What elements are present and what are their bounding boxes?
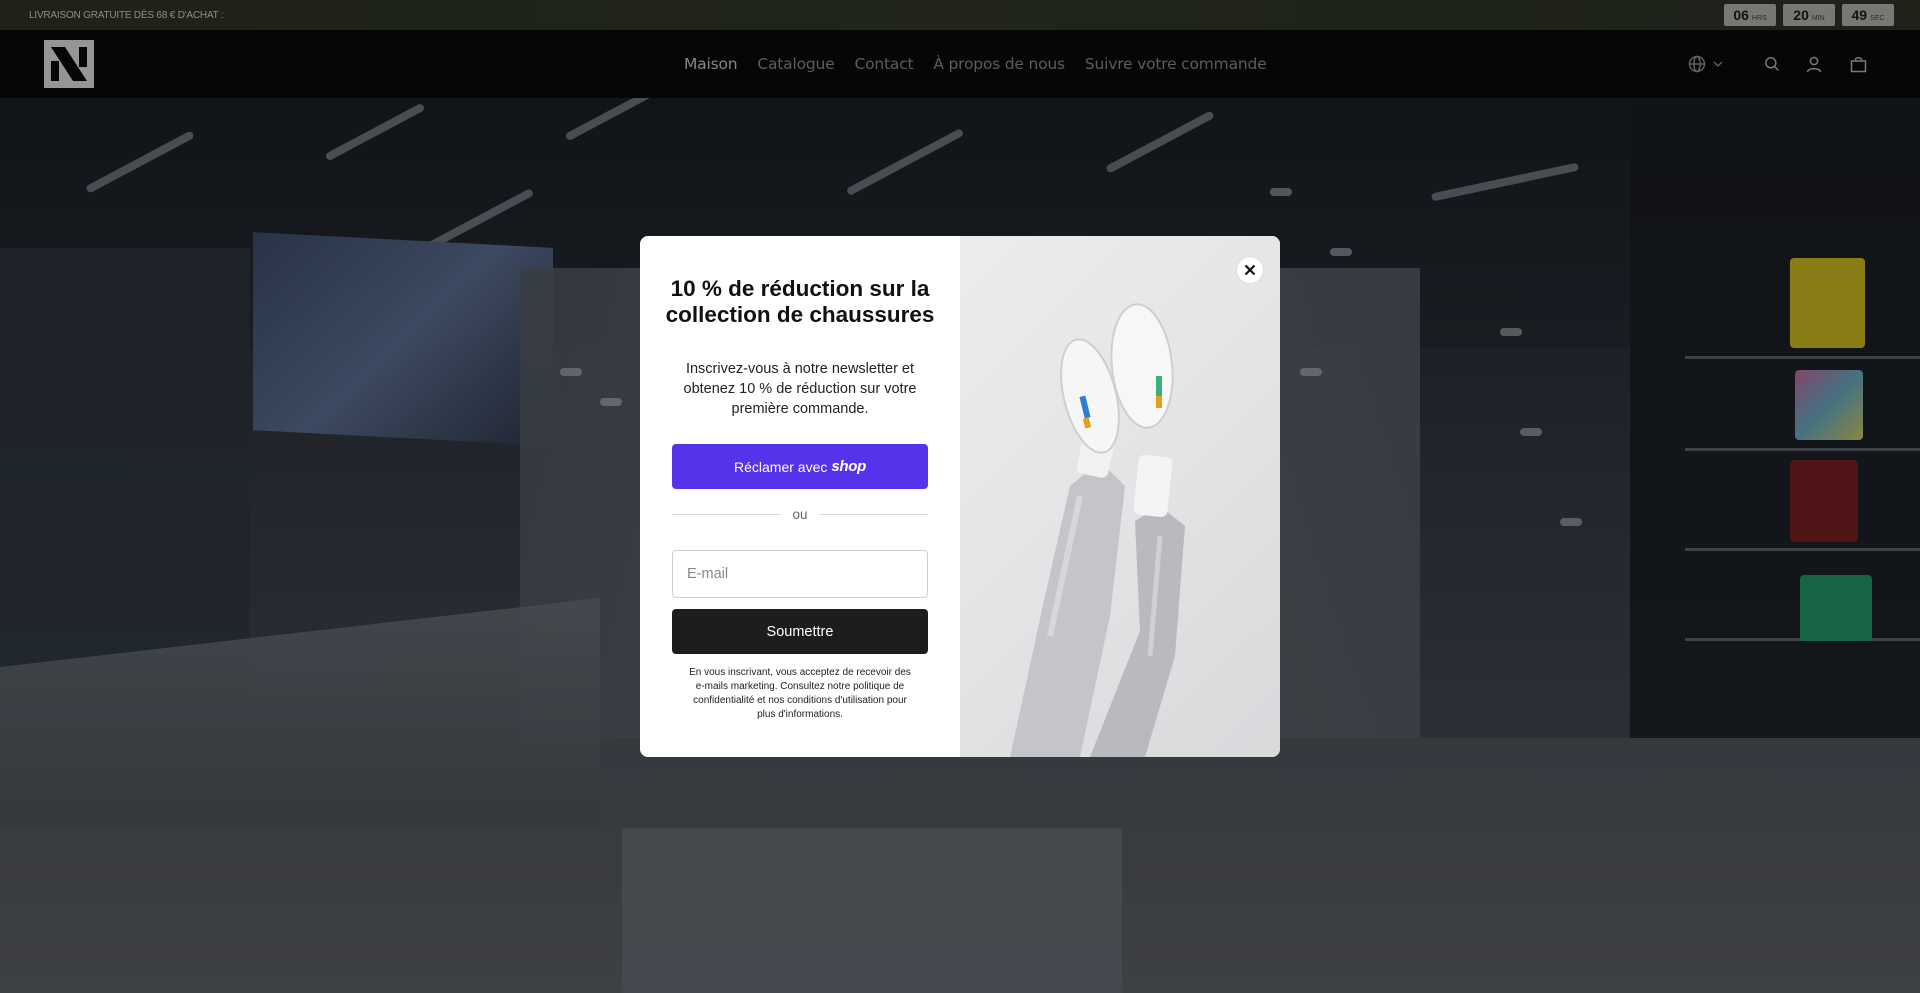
shop-button-label: Réclamer avec [733,458,828,475]
claim-with-shop-button[interactable]: Réclamer avec shop [672,444,928,489]
divider-text: ou [792,506,808,522]
divider-line [672,513,781,515]
close-modal-button[interactable] [1236,256,1264,284]
sneakers-photo [1010,303,1185,757]
shop-logo: shop [831,458,866,475]
divider-line [819,513,928,515]
email-field[interactable] [672,550,928,598]
legal-text: En vous inscrivant, vous acceptez de rec… [689,667,911,720]
newsletter-modal: 10 % de réduction sur la collection de c… [640,236,1280,757]
or-divider: ou [672,506,928,522]
modal-title: 10 % de réduction sur la collection de c… [665,276,935,327]
close-icon [1244,264,1256,276]
submit-button[interactable]: Soumettre [672,609,928,654]
modal-image [960,236,1280,757]
modal-form-panel: 10 % de réduction sur la collection de c… [640,236,960,757]
modal-subtitle: Inscrivez-vous à notre newsletter et obt… [683,361,917,417]
